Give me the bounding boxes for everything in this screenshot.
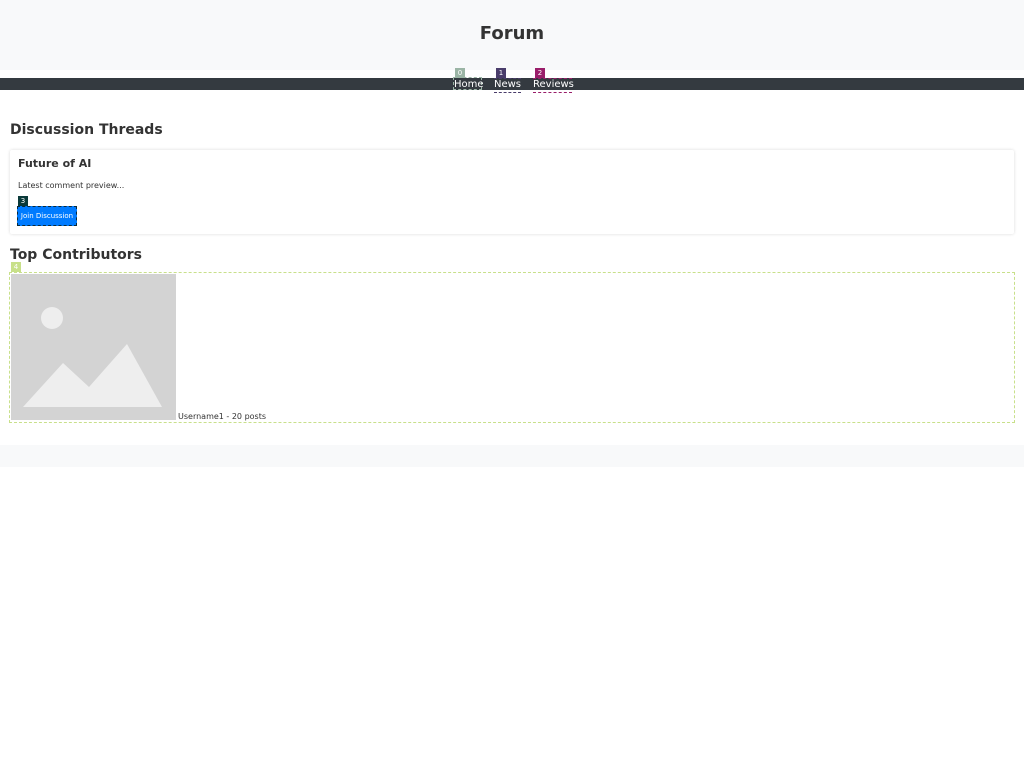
- nav-item-home[interactable]: Home: [453, 77, 484, 90]
- image-placeholder-icon: [11, 274, 176, 420]
- nav-news-badge: 1: [496, 68, 506, 78]
- thread-preview: Latest comment preview...: [18, 181, 125, 190]
- nav-item-news[interactable]: News: [494, 78, 521, 93]
- contributor-name: Username1 - 20 posts: [178, 412, 267, 421]
- join-discussion-button[interactable]: Join Discussion: [17, 206, 77, 226]
- nav-reviews-badge: 2: [535, 68, 545, 78]
- site-footer: [0, 445, 1024, 467]
- join-button-badge: 3: [18, 196, 28, 206]
- page-title: Forum: [479, 23, 545, 44]
- site-header: Forum: [0, 0, 1024, 70]
- contributors-badge: 4: [11, 262, 21, 272]
- thread-card: Future of AI Latest comment preview... 3…: [10, 150, 1014, 234]
- nav-item-reviews[interactable]: Reviews: [533, 78, 574, 93]
- thread-title: Future of AI: [18, 157, 92, 170]
- contributor-list-item[interactable]: Username1 - 20 posts: [9, 272, 1015, 423]
- threads-heading: Discussion Threads: [10, 122, 163, 138]
- contributors-heading: Top Contributors: [10, 247, 142, 263]
